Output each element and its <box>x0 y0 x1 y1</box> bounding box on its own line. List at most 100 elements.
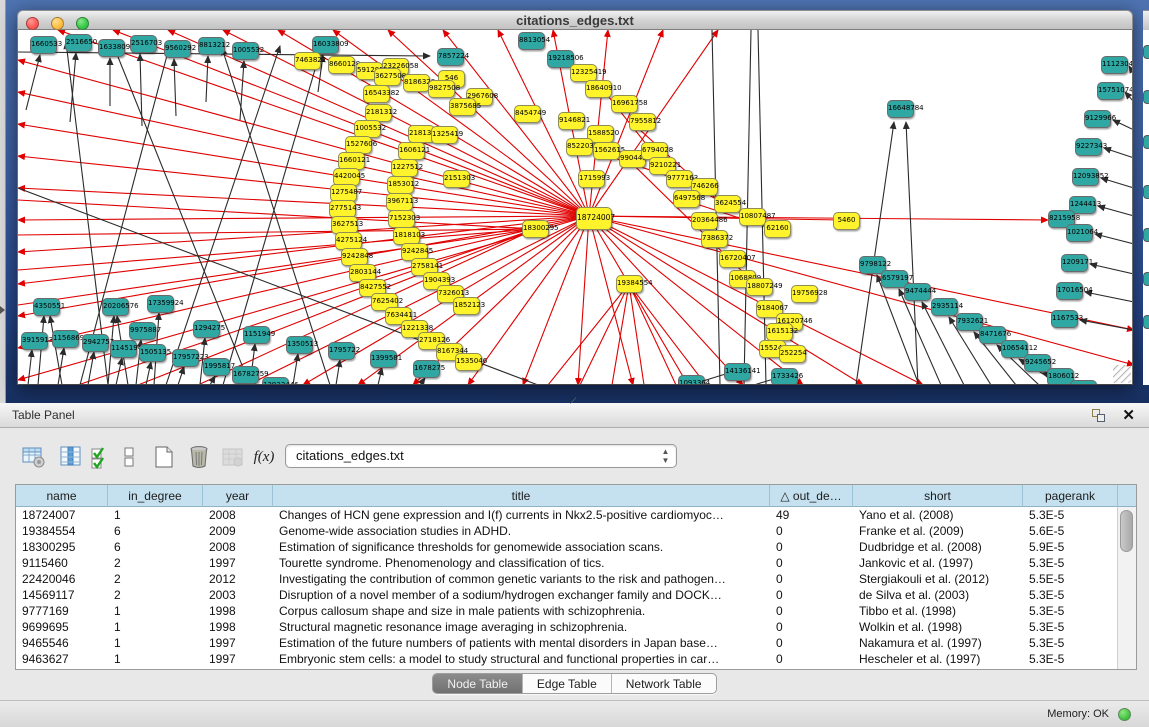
table-cell[interactable]: 1998 <box>203 619 273 635</box>
graph-node[interactable]: 1112304 <box>1101 56 1128 74</box>
table-cell[interactable]: 1 <box>108 651 203 667</box>
table-cell[interactable]: 5.3E-5 <box>1023 635 1118 651</box>
table-cell[interactable]: Stergiakouli et al. (2012) <box>853 571 1023 587</box>
table-cell[interactable]: 0 <box>770 603 853 619</box>
table-cell[interactable]: 1 <box>108 619 203 635</box>
graph-node[interactable]: 7955812 <box>629 113 656 131</box>
graph-node[interactable]: 12923446 <box>262 377 289 385</box>
table-cell[interactable]: 5.6E-5 <box>1023 523 1118 539</box>
network-window-titlebar[interactable]: citations_edges.txt <box>17 10 1133 30</box>
graph-node[interactable]: 6497568 <box>673 190 700 208</box>
table-mode-button[interactable] <box>20 443 48 471</box>
graph-node[interactable]: 19384554 <box>616 275 643 293</box>
table-row[interactable]: 1830029562008Estimation of significance … <box>16 539 1136 555</box>
graph-node[interactable]: 1535046 <box>455 353 482 371</box>
graph-node[interactable]: 62160 <box>764 220 791 238</box>
graph-node[interactable]: 1151949 <box>243 326 270 344</box>
table-row[interactable]: 969969511998Structural magnetic resonanc… <box>16 619 1136 635</box>
table-cell[interactable]: 2 <box>108 571 203 587</box>
table-cell[interactable]: 9699695 <box>16 619 108 635</box>
table-cell[interactable]: 2 <box>108 555 203 571</box>
table-cell[interactable]: Disruption of a novel member of a sodium… <box>273 587 770 603</box>
graph-node[interactable]: 7386372 <box>701 230 728 248</box>
graph-node[interactable]: 8186328 <box>403 74 430 92</box>
graph-node[interactable]: 16961758 <box>611 95 638 113</box>
table-cell[interactable]: Tourette syndrome. Phenomenology and cla… <box>273 555 770 571</box>
graph-node[interactable]: 20206576 <box>102 298 129 316</box>
table-cell[interactable]: Investigating the contribution of common… <box>273 571 770 587</box>
graph-node[interactable]: 7152303 <box>388 210 415 228</box>
graph-node[interactable]: 3967113 <box>386 193 413 211</box>
table-cell[interactable]: 0 <box>770 619 853 635</box>
graph-node[interactable]: 8454749 <box>514 105 541 123</box>
graph-node[interactable]: 16720407 <box>719 250 746 268</box>
table-cell[interactable]: 9777169 <box>16 603 108 619</box>
graph-node[interactable]: 9146821 <box>558 112 585 130</box>
graph-node[interactable]: 1853012 <box>387 176 414 194</box>
graph-node[interactable]: 16648784 <box>887 100 914 118</box>
table-cell[interactable]: 9465546 <box>16 635 108 651</box>
column-header-name[interactable]: name <box>16 485 108 507</box>
table-cell[interactable]: 1997 <box>203 635 273 651</box>
table-cell[interactable]: 0 <box>770 539 853 555</box>
table-cell[interactable]: 14569117 <box>16 587 108 603</box>
graph-node[interactable]: 18724007 <box>576 207 612 230</box>
table-cell[interactable]: 18724007 <box>16 507 108 523</box>
table-cell[interactable]: Tibbo et al. (1998) <box>853 603 1023 619</box>
table-cell[interactable]: 1 <box>108 507 203 523</box>
table-cell[interactable]: Embryonic stem cells: a model to study s… <box>273 651 770 667</box>
graph-node[interactable]: 18640910 <box>585 80 612 98</box>
graph-node[interactable]: 18300295 <box>522 220 549 238</box>
show-column-button[interactable] <box>57 443 85 471</box>
graph-node[interactable]: 1715993 <box>578 170 605 188</box>
table-row[interactable]: 911546021997Tourette syndrome. Phenomeno… <box>16 555 1136 571</box>
graph-node[interactable]: 1145194 <box>110 340 137 358</box>
graph-node[interactable]: 20364486 <box>691 212 718 230</box>
table-row[interactable]: 1456911722003Disruption of a novel membe… <box>16 587 1136 603</box>
graph-node[interactable]: 3915913 <box>21 332 48 350</box>
table-cell[interactable]: 2008 <box>203 539 273 555</box>
table-cell[interactable]: Wolkin et al. (1998) <box>853 619 1023 635</box>
table-selector-dropdown[interactable]: citations_edges.txt ▲▼ <box>285 444 677 468</box>
graph-node[interactable]: 1660533 <box>30 36 57 54</box>
tab-network-table[interactable]: Network Table <box>612 674 716 694</box>
table-cell[interactable]: 6 <box>108 539 203 555</box>
table-panel-titlebar[interactable]: ⟋ Table Panel ✕ <box>0 403 1149 428</box>
table-cell[interactable]: 19384554 <box>16 523 108 539</box>
import-table-button-disabled[interactable] <box>219 443 247 471</box>
close-panel-icon[interactable]: ✕ <box>1122 405 1135 426</box>
table-row[interactable]: 946554611997Estimation of the future num… <box>16 635 1136 651</box>
table-row[interactable]: 1872400712008Changes of HCN gene express… <box>16 507 1136 523</box>
graph-node[interactable]: 1562615 <box>593 142 620 160</box>
graph-node[interactable]: 1633809 <box>98 39 125 57</box>
graph-node[interactable]: 1325419 <box>431 126 458 144</box>
graph-node[interactable]: 19756928 <box>791 285 818 303</box>
graph-node[interactable]: 1093364 <box>678 375 705 385</box>
graph-node[interactable]: 1505135 <box>139 344 166 362</box>
graph-node[interactable]: 2516703 <box>130 35 157 53</box>
table-row[interactable]: 946362711997Embryonic stem cells: a mode… <box>16 651 1136 667</box>
graph-node[interactable]: 8813212 <box>198 37 225 55</box>
table-cell[interactable]: 1997 <box>203 555 273 571</box>
left-splitter-gutter[interactable] <box>0 0 6 403</box>
graph-node[interactable]: 1733426 <box>771 368 798 385</box>
delete-table-button[interactable] <box>185 443 213 471</box>
table-cell[interactable]: 9115460 <box>16 555 108 571</box>
table-cell[interactable]: Dudbridge et al. (2008) <box>853 539 1023 555</box>
table-cell[interactable]: Franke et al. (2009) <box>853 523 1023 539</box>
graph-node[interactable]: 17359924 <box>147 295 174 313</box>
table-cell[interactable]: Yano et al. (2008) <box>853 507 1023 523</box>
column-header-in_degree[interactable]: in_degree <box>108 485 203 507</box>
network-canvas[interactable]: 1660533251665016338092516703956029288132… <box>17 30 1133 385</box>
graph-node[interactable]: 15751074 <box>1097 82 1124 100</box>
scrollbar-thumb[interactable] <box>1120 510 1133 552</box>
graph-node[interactable]: 1156869 <box>52 330 79 348</box>
table-cell[interactable]: 0 <box>770 571 853 587</box>
graph-node[interactable]: 2516650 <box>65 34 92 52</box>
table-cell[interactable]: 0 <box>770 523 853 539</box>
graph-node[interactable]: 17957223 <box>172 349 199 367</box>
graph-node[interactable]: 5460 <box>833 212 860 230</box>
graph-node[interactable]: 1852123 <box>453 297 480 315</box>
function-builder-button[interactable]: f(x) <box>250 443 278 471</box>
column-header-title[interactable]: title <box>273 485 770 507</box>
